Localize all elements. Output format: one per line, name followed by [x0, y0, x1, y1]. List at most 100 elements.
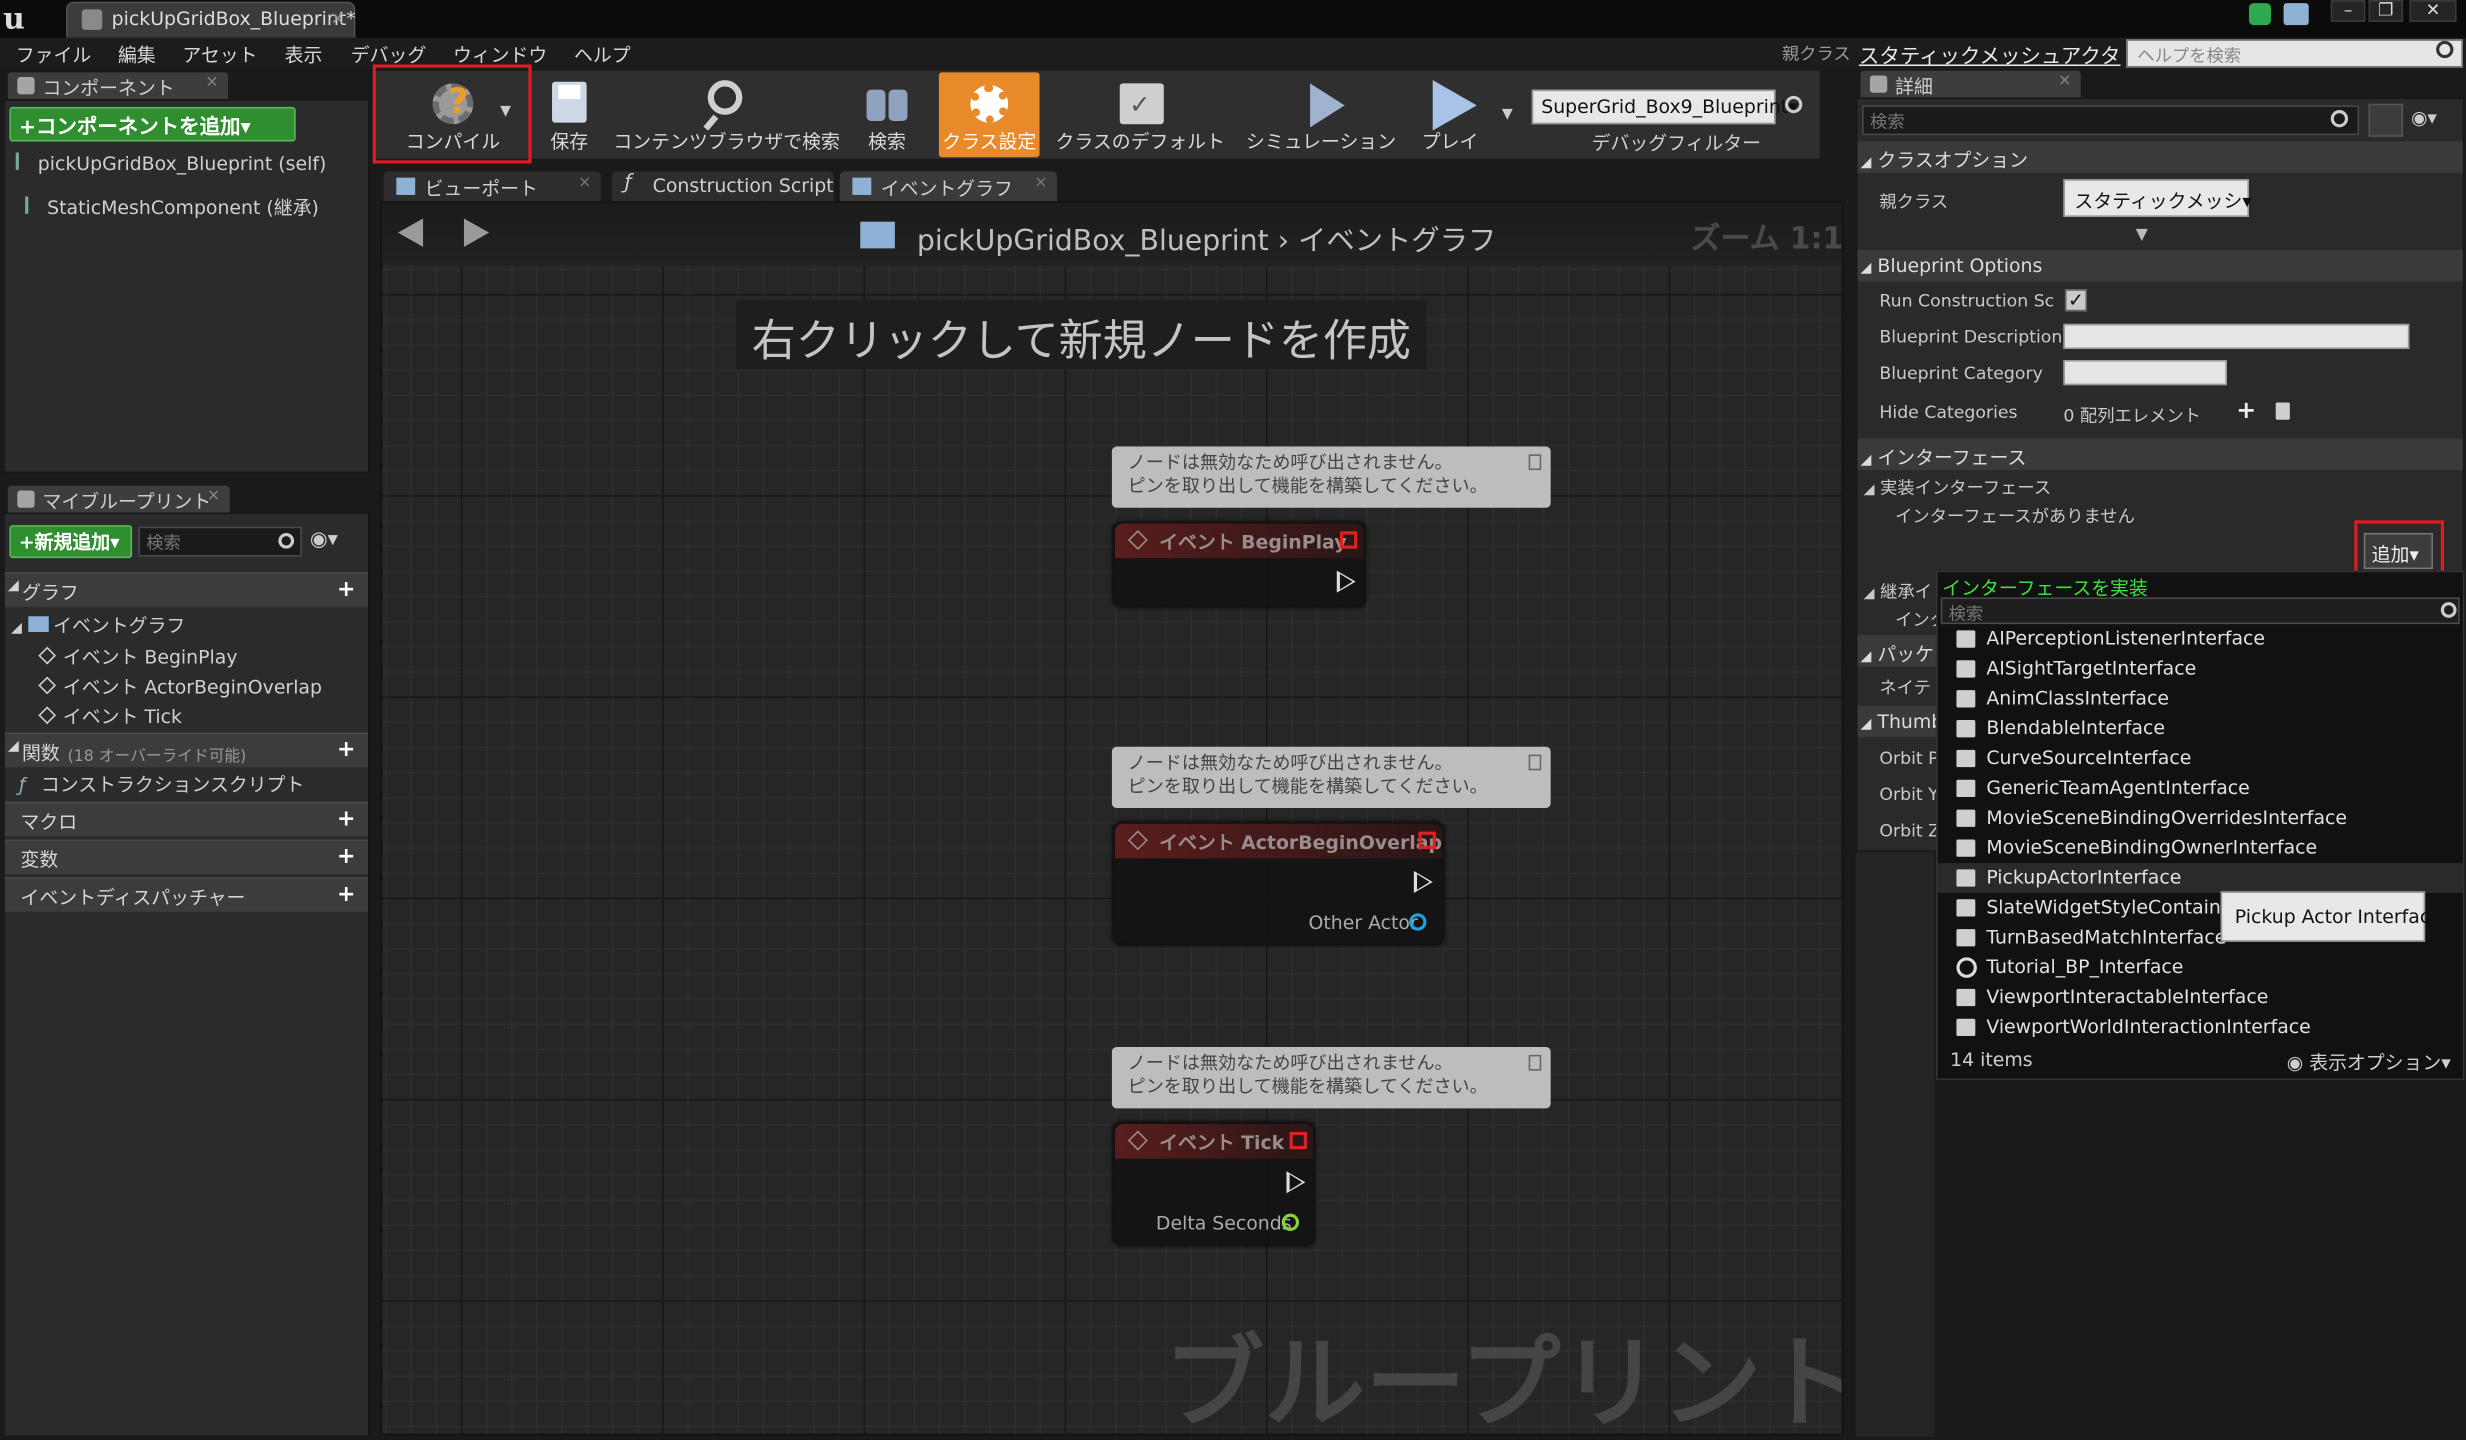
dispatchers-section[interactable]: イベントディスパッチャー + [4, 877, 369, 912]
play-options-chevron[interactable]: ▼ [1502, 107, 1513, 123]
class-settings-button[interactable]: クラス設定 [938, 72, 1040, 158]
close-tab-icon[interactable]: × [578, 175, 591, 192]
event-tick-item[interactable]: イベント Tick [38, 703, 182, 730]
run-construction-checkbox[interactable]: ✓ [2064, 289, 2087, 312]
add-macro-icon[interactable]: + [337, 806, 355, 831]
close-tab-icon[interactable]: × [330, 8, 344, 28]
close-tab-icon[interactable]: × [207, 487, 220, 504]
add-variable-icon[interactable]: + [337, 844, 355, 869]
node-beginplay[interactable]: イベント BeginPlay [1113, 521, 1366, 607]
interface-item[interactable]: AnimClassInterface [1938, 684, 2463, 714]
node-tick[interactable]: イベント Tick Delta Seconds [1113, 1122, 1315, 1246]
add-dispatcher-icon[interactable]: + [337, 882, 355, 907]
impl-interfaces-header[interactable]: ◢ 実装インターフェース [1864, 475, 2051, 500]
interface-item-selected[interactable]: PickupActorInterface [1937, 863, 2463, 893]
components-tab[interactable]: コンポーネント × [6, 70, 230, 100]
component-static-mesh[interactable]: StaticMeshComponent (継承) [25, 193, 319, 220]
delegate-pin-icon[interactable] [1418, 831, 1436, 849]
event-actorbeginoverlap-item[interactable]: イベント ActorBeginOverlap [38, 673, 322, 700]
class-defaults-button[interactable]: ✓ クラスのデフォルト [1054, 72, 1227, 157]
interface-item[interactable]: GenericTeamAgentInterface [1938, 773, 2463, 803]
tab-construction-script[interactable]: ƒ Construction Script [610, 169, 836, 202]
browse-button[interactable]: コンテンツブラウザで検索 [613, 72, 840, 157]
visibility-eye-icon[interactable]: ◉▾ [2411, 107, 2437, 129]
event-beginplay-item[interactable]: イベント BeginPlay [38, 643, 238, 670]
close-window-icon[interactable]: ✕ [2409, 0, 2457, 23]
source-control-icon[interactable] [2248, 3, 2271, 26]
bp-options-header[interactable]: ◢ Blueprint Options [1861, 255, 2043, 277]
thumbnail-header[interactable]: ◢ Thumb [1861, 711, 1944, 733]
help-search-input[interactable]: ヘルプを検索 [2126, 39, 2463, 68]
menu-view[interactable]: 表示 [285, 41, 323, 68]
graphs-section[interactable]: ◢ グラフ + [4, 572, 369, 607]
construction-script-item[interactable]: ƒ コンストラクションスクリプト [19, 770, 304, 797]
bp-category-input[interactable] [2063, 360, 2227, 386]
exec-out-pin[interactable] [1413, 870, 1433, 893]
document-tab[interactable]: pickUpGridBox_Blueprint* × [66, 1, 356, 38]
view-options-icon[interactable]: ◉▾ [310, 528, 338, 552]
interfaces-header[interactable]: ◢ インターフェース [1861, 443, 2027, 470]
exec-out-pin[interactable] [1286, 1171, 1306, 1194]
menu-asset[interactable]: アセット [182, 41, 257, 68]
bp-description-input[interactable] [2063, 323, 2410, 350]
menu-edit[interactable]: 編集 [118, 41, 156, 68]
parent-class-dropdown[interactable]: スタティックメッシ▾ [2063, 179, 2252, 217]
menu-file[interactable]: ファイル [16, 41, 92, 68]
menu-help[interactable]: ヘルプ [574, 41, 631, 68]
pin-comment-icon[interactable] [1528, 454, 1542, 471]
forward-arrow-icon[interactable] [463, 218, 490, 247]
debug-object-select[interactable]: SuperGrid_Box9_Blueprint▾ [1531, 89, 1798, 125]
parent-class-link[interactable]: スタティックメッシュアクタ [1859, 39, 2121, 70]
details-search-input[interactable]: 検索 [1862, 105, 2360, 136]
interface-item[interactable]: CurveSourceInterface [1938, 744, 2463, 774]
pin-comment-icon[interactable] [1528, 754, 1542, 771]
add-function-icon[interactable]: + [337, 737, 355, 762]
node-actorbeginoverlap[interactable]: イベント ActorBeginOverlap Other Actor [1113, 822, 1444, 945]
back-arrow-icon[interactable] [397, 218, 424, 247]
variables-section[interactable]: 変数 + [4, 839, 369, 875]
tab-event-graph[interactable]: イベントグラフ × [838, 169, 1059, 202]
class-options-header[interactable]: ◢ クラスオプション [1861, 146, 2029, 173]
view-options-button[interactable]: ◉ 表示オプション▾ [2287, 1049, 2451, 1076]
property-matrix-icon[interactable] [2368, 103, 2404, 137]
event-graph-canvas[interactable]: pickUpGridBox_Blueprint › イベントグラフ ズーム 1:… [380, 201, 1844, 1436]
my-blueprint-tab[interactable]: マイブループリント × [6, 484, 232, 513]
details-tab[interactable]: 詳細 × [1858, 69, 2083, 98]
tab-viewport[interactable]: ビューポート × [382, 169, 603, 202]
interface-item[interactable]: MovieSceneBindingOwnerInterface [1938, 833, 2463, 863]
add-element-icon[interactable]: + [2236, 396, 2256, 424]
simulation-button[interactable]: シミュレーション [1242, 72, 1399, 157]
macros-section[interactable]: マクロ + [4, 801, 369, 837]
object-pin[interactable] [1409, 913, 1427, 931]
add-graph-icon[interactable]: + [337, 577, 355, 602]
interface-item[interactable]: Tutorial_BP_Interface [1938, 953, 2463, 983]
interface-item[interactable]: ViewportWorldInteractionInterface [1938, 1012, 2463, 1042]
delegate-pin-icon[interactable] [1289, 1131, 1307, 1150]
trash-icon[interactable] [2275, 402, 2290, 420]
interface-item[interactable]: BlendableInterface [1938, 714, 2463, 744]
interface-item[interactable]: ViewportInteractableInterface [1938, 983, 2463, 1013]
play-button[interactable]: プレイ [1415, 72, 1484, 157]
component-self[interactable]: pickUpGridBox_Blueprint (self) [15, 152, 327, 175]
close-tab-icon[interactable]: × [205, 74, 218, 91]
event-graph-item[interactable]: ◢ イベントグラフ [11, 612, 185, 639]
interface-item[interactable]: MovieSceneBindingOverridesInterface [1938, 803, 2463, 833]
expand-advanced-icon[interactable]: ▼ [2136, 226, 2148, 243]
breadcrumb-blueprint[interactable]: pickUpGridBox_Blueprint [917, 225, 1269, 258]
interface-item[interactable]: AISightTargetInterface [1938, 654, 2463, 684]
notification-icon[interactable] [2283, 3, 2309, 26]
close-tab-icon[interactable]: × [2058, 72, 2071, 89]
delegate-pin-icon[interactable] [1339, 531, 1358, 549]
close-tab-icon[interactable]: × [1034, 175, 1047, 192]
interface-item[interactable]: AIPerceptionListenerInterface [1938, 624, 2463, 654]
exec-out-pin[interactable] [1336, 570, 1356, 593]
minimize-icon[interactable]: – [2330, 0, 2366, 23]
debug-search-icon[interactable] [1785, 95, 1803, 114]
float-pin[interactable] [1281, 1213, 1300, 1231]
new-add-button[interactable]: +新規追加▾ [9, 525, 133, 559]
search-button[interactable]: 検索 [849, 72, 924, 157]
interface-search-input[interactable]: 検索 [1940, 597, 2460, 625]
save-button[interactable]: 保存 [538, 72, 601, 157]
functions-section[interactable]: ◢ 関数 (18 オーバーライド可能) + [4, 732, 369, 768]
pin-comment-icon[interactable] [1528, 1054, 1542, 1071]
